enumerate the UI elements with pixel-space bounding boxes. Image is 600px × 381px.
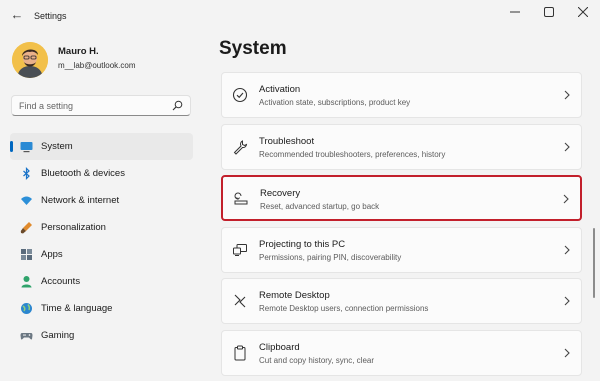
card-title: Activation — [259, 84, 301, 95]
setting-card-recovery[interactable]: Recovery Reset, advanced startup, go bac… — [221, 175, 582, 221]
sidebar-item-personalization[interactable]: Personalization — [10, 214, 193, 241]
title-bar: ← Settings — [0, 0, 600, 32]
gaming-icon — [20, 329, 33, 342]
projecting-icon — [232, 242, 248, 258]
sidebar-item-label: Personalization — [41, 222, 106, 233]
setting-card-remote-desktop[interactable]: Remote Desktop Remote Desktop users, con… — [221, 278, 582, 324]
app-title: Settings — [34, 11, 67, 21]
apps-icon — [20, 248, 33, 261]
sidebar-item-label: Time & language — [41, 303, 113, 314]
card-title: Remote Desktop — [259, 290, 330, 301]
minimize-icon[interactable] — [498, 0, 532, 24]
setting-card-troubleshoot[interactable]: Troubleshoot Recommended troubleshooters… — [221, 123, 582, 170]
sidebar-item-accounts[interactable]: Accounts — [10, 268, 193, 295]
brush-icon — [20, 221, 33, 234]
sidebar-item-time-language[interactable]: Time & language — [10, 295, 193, 322]
sidebar-item-bluetooth[interactable]: Bluetooth & devices — [10, 160, 193, 187]
clipboard-icon — [232, 345, 248, 361]
globe-icon — [20, 302, 33, 315]
sidebar-nav: System Bluetooth & devices Network & int… — [10, 133, 193, 349]
back-arrow-icon[interactable]: ← — [10, 8, 24, 22]
sidebar-item-label: Accounts — [41, 276, 81, 287]
chevron-right-icon — [562, 193, 570, 205]
chevron-right-icon — [563, 295, 571, 307]
card-title: Troubleshoot — [259, 135, 315, 147]
sidebar-item-label: Apps — [41, 249, 63, 260]
wrench-icon — [232, 139, 248, 155]
user-email: m__lab@outlook.com — [58, 61, 136, 70]
card-title: Projecting to this PC — [259, 238, 346, 250]
card-subtitle: Remote Desktop users, connection permiss… — [259, 304, 429, 313]
sidebar-item-label: Gaming — [41, 330, 75, 341]
bluetooth-icon — [20, 167, 33, 180]
card-title: Clipboard — [259, 341, 300, 353]
card-subtitle: Recommended troubleshooters, preferences… — [259, 149, 446, 159]
recovery-icon — [233, 191, 249, 207]
sidebar-item-system[interactable]: System — [10, 133, 193, 160]
card-subtitle: Permissions, pairing PIN, discoverabilit… — [259, 252, 402, 262]
chevron-right-icon — [563, 141, 571, 153]
sidebar-item-gaming[interactable]: Gaming — [10, 322, 193, 349]
close-icon[interactable] — [566, 0, 600, 24]
remote-desktop-icon — [232, 293, 248, 309]
setting-card-clipboard[interactable]: Clipboard Cut and copy history, sync, cl… — [221, 329, 582, 376]
sidebar-item-network[interactable]: Network & internet — [10, 187, 193, 214]
card-subtitle: Reset, advanced startup, go back — [260, 202, 380, 211]
card-subtitle: Cut and copy history, sync, clear — [259, 355, 375, 365]
chevron-right-icon — [563, 89, 571, 101]
sidebar-item-label: Bluetooth & devices — [41, 168, 125, 179]
chevron-right-icon — [563, 347, 571, 359]
maximize-icon[interactable] — [532, 0, 566, 24]
settings-window: ← Settings Mauro H. m__lab@outlook.com F… — [0, 0, 600, 376]
window-controls — [498, 0, 600, 26]
search-placeholder: Find a setting — [19, 101, 74, 111]
search-input[interactable]: Find a setting — [11, 95, 191, 116]
chevron-right-icon — [563, 244, 571, 256]
system-icon — [20, 140, 33, 153]
accounts-icon — [20, 275, 33, 288]
card-title: Recovery — [260, 188, 301, 199]
card-subtitle: Activation state, subscriptions, product… — [259, 98, 411, 107]
scrollbar[interactable] — [593, 228, 595, 298]
sidebar-item-label: Network & internet — [41, 195, 120, 206]
sidebar-item-label: System — [41, 141, 73, 152]
search-icon[interactable] — [172, 100, 183, 111]
setting-card-projecting[interactable]: Projecting to this PC Permissions, pairi… — [221, 226, 582, 273]
settings-list: Activation Activation state, subscriptio… — [221, 72, 582, 381]
avatar[interactable] — [12, 42, 48, 78]
setting-card-activation[interactable]: Activation Activation state, subscriptio… — [221, 72, 582, 118]
user-name: Mauro H. — [58, 46, 99, 57]
page-title: System — [219, 38, 287, 59]
wifi-icon — [20, 194, 33, 207]
sidebar-item-apps[interactable]: Apps — [10, 241, 193, 268]
check-circle-icon — [232, 87, 248, 103]
